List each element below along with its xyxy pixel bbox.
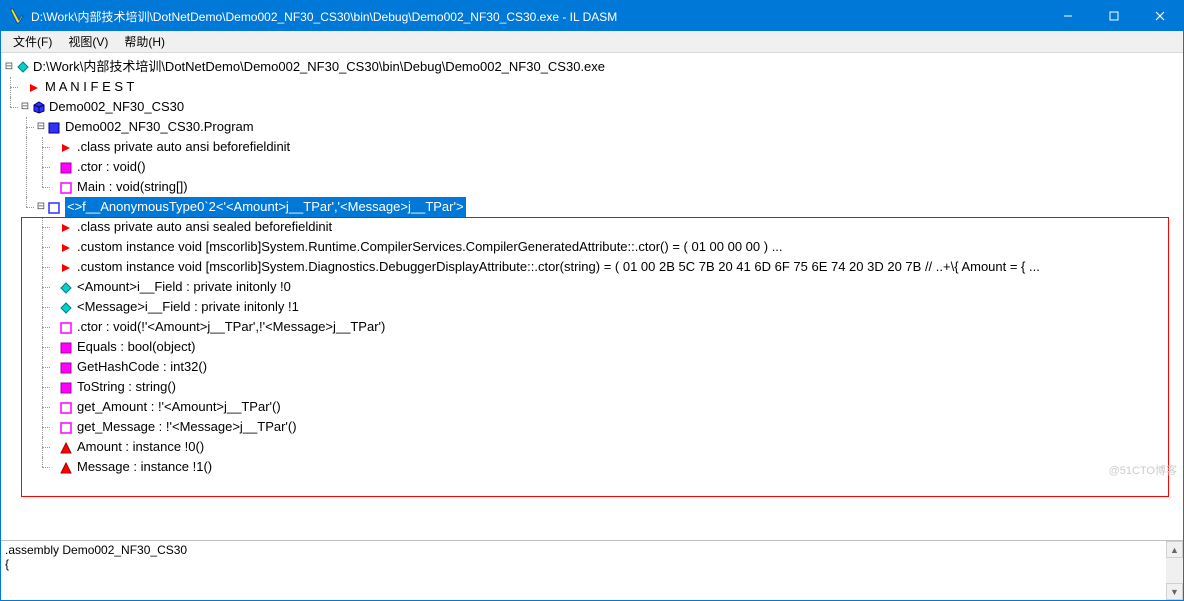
method-icon xyxy=(60,340,74,354)
tree-label: .class private auto ansi beforefieldinit xyxy=(77,137,290,157)
window-controls xyxy=(1045,1,1183,31)
tree-label: .class private auto ansi sealed beforefi… xyxy=(77,217,332,237)
app-icon xyxy=(7,7,25,25)
method-icon xyxy=(60,380,74,394)
menu-view[interactable]: 视图(V) xyxy=(60,31,116,52)
namespace-icon xyxy=(32,100,46,114)
tree-root[interactable]: ⊟ D:\Work\内部技术培训\DotNetDemo\Demo002_NF30… xyxy=(3,57,1181,77)
tree-member[interactable]: Main : void(string[]) xyxy=(3,177,1181,197)
minimize-button[interactable] xyxy=(1045,1,1091,31)
info-pane: .assembly Demo002_NF30_CS30 { ▲ ▼ xyxy=(1,540,1183,600)
info-icon xyxy=(60,220,74,234)
tree-label: Main : void(string[]) xyxy=(77,177,188,197)
tree-namespace[interactable]: ⊟ Demo002_NF30_CS30 xyxy=(3,97,1181,117)
scrollbar-vertical[interactable]: ▲ ▼ xyxy=(1166,541,1183,600)
app-window: D:\Work\内部技术培训\DotNetDemo\Demo002_NF30_C… xyxy=(0,0,1184,601)
tree-member[interactable]: ToString : string() xyxy=(3,377,1181,397)
tree-label: GetHashCode : int32() xyxy=(77,357,207,377)
tree-member[interactable]: <Amount>i__Field : private initonly !0 xyxy=(3,277,1181,297)
method-outline-icon xyxy=(60,420,74,434)
scroll-down-button[interactable]: ▼ xyxy=(1166,583,1183,600)
method-outline-icon xyxy=(60,400,74,414)
tree-label: Demo002_NF30_CS30 xyxy=(49,97,184,117)
tree-label: get_Amount : !'<Amount>j__TPar'() xyxy=(77,397,281,417)
scroll-up-button[interactable]: ▲ xyxy=(1166,541,1183,558)
collapse-icon[interactable]: ⊟ xyxy=(35,197,47,217)
menu-file[interactable]: 文件(F) xyxy=(5,31,60,52)
tree-label: .custom instance void [mscorlib]System.R… xyxy=(77,237,783,257)
tree-member[interactable]: <Message>i__Field : private initonly !1 xyxy=(3,297,1181,317)
info-text[interactable]: .assembly Demo002_NF30_CS30 { xyxy=(1,541,1166,600)
method-outline-icon xyxy=(60,320,74,334)
menubar: 文件(F) 视图(V) 帮助(H) xyxy=(1,31,1183,53)
tree-member[interactable]: Equals : bool(object) xyxy=(3,337,1181,357)
method-icon xyxy=(60,160,74,174)
tree-label: Message : instance !1() xyxy=(77,457,212,477)
tree-label: Demo002_NF30_CS30.Program xyxy=(65,117,254,137)
info-icon xyxy=(60,140,74,154)
tree-view[interactable]: ⊟ D:\Work\内部技术培训\DotNetDemo\Demo002_NF30… xyxy=(1,53,1183,481)
tree-label: M A N I F E S T xyxy=(45,77,134,97)
method-icon xyxy=(60,360,74,374)
tree-member[interactable]: .ctor : void() xyxy=(3,157,1181,177)
tree-member[interactable]: .class private auto ansi sealed beforefi… xyxy=(3,217,1181,237)
tree-manifest[interactable]: M A N I F E S T xyxy=(3,77,1181,97)
tree-label-selected: <>f__AnonymousType0`2<'<Amount>j__TPar',… xyxy=(65,197,466,217)
menu-help[interactable]: 帮助(H) xyxy=(116,31,173,52)
property-icon xyxy=(60,460,74,474)
info-icon xyxy=(60,240,74,254)
field-icon xyxy=(60,300,74,314)
close-button[interactable] xyxy=(1137,1,1183,31)
collapse-icon[interactable]: ⊟ xyxy=(3,57,15,77)
maximize-button[interactable] xyxy=(1091,1,1137,31)
tree-member[interactable]: .custom instance void [mscorlib]System.R… xyxy=(3,237,1181,257)
manifest-icon xyxy=(28,80,42,94)
tree-class-anon[interactable]: ⊟ <>f__AnonymousType0`2<'<Amount>j__TPar… xyxy=(3,197,1181,217)
tree-member[interactable]: Amount : instance !0() xyxy=(3,437,1181,457)
tree-member[interactable]: GetHashCode : int32() xyxy=(3,357,1181,377)
method-outline-icon xyxy=(60,180,74,194)
tree-class-program[interactable]: ⊟ Demo002_NF30_CS30.Program xyxy=(3,117,1181,137)
assembly-icon xyxy=(16,60,30,74)
tree-label: <Amount>i__Field : private initonly !0 xyxy=(77,277,291,297)
field-icon xyxy=(60,280,74,294)
titlebar[interactable]: D:\Work\内部技术培训\DotNetDemo\Demo002_NF30_C… xyxy=(1,1,1183,31)
tree-member[interactable]: .class private auto ansi beforefieldinit xyxy=(3,137,1181,157)
tree-label: Amount : instance !0() xyxy=(77,437,204,457)
content-area: ⊟ D:\Work\内部技术培训\DotNetDemo\Demo002_NF30… xyxy=(1,53,1183,600)
tree-label: D:\Work\内部技术培训\DotNetDemo\Demo002_NF30_C… xyxy=(33,57,605,77)
property-icon xyxy=(60,440,74,454)
tree-member[interactable]: .custom instance void [mscorlib]System.D… xyxy=(3,257,1181,277)
tree-label: Equals : bool(object) xyxy=(77,337,196,357)
tree-label: .custom instance void [mscorlib]System.D… xyxy=(77,257,1040,277)
tree-label: .ctor : void() xyxy=(77,157,146,177)
tree-member[interactable]: get_Message : !'<Message>j__TPar'() xyxy=(3,417,1181,437)
tree-label: .ctor : void(!'<Amount>j__TPar',!'<Messa… xyxy=(77,317,385,337)
info-icon xyxy=(60,260,74,274)
tree-label: get_Message : !'<Message>j__TPar'() xyxy=(77,417,297,437)
class-icon xyxy=(48,120,62,134)
tree-member[interactable]: get_Amount : !'<Amount>j__TPar'() xyxy=(3,397,1181,417)
tree-member[interactable]: .ctor : void(!'<Amount>j__TPar',!'<Messa… xyxy=(3,317,1181,337)
tree-label: <Message>i__Field : private initonly !1 xyxy=(77,297,299,317)
collapse-icon[interactable]: ⊟ xyxy=(35,117,47,137)
class-outline-icon xyxy=(48,200,62,214)
tree-member[interactable]: Message : instance !1() xyxy=(3,457,1181,477)
collapse-icon[interactable]: ⊟ xyxy=(19,97,31,117)
scroll-track[interactable] xyxy=(1166,558,1183,583)
window-title: D:\Work\内部技术培训\DotNetDemo\Demo002_NF30_C… xyxy=(31,8,1045,25)
tree-label: ToString : string() xyxy=(77,377,176,397)
